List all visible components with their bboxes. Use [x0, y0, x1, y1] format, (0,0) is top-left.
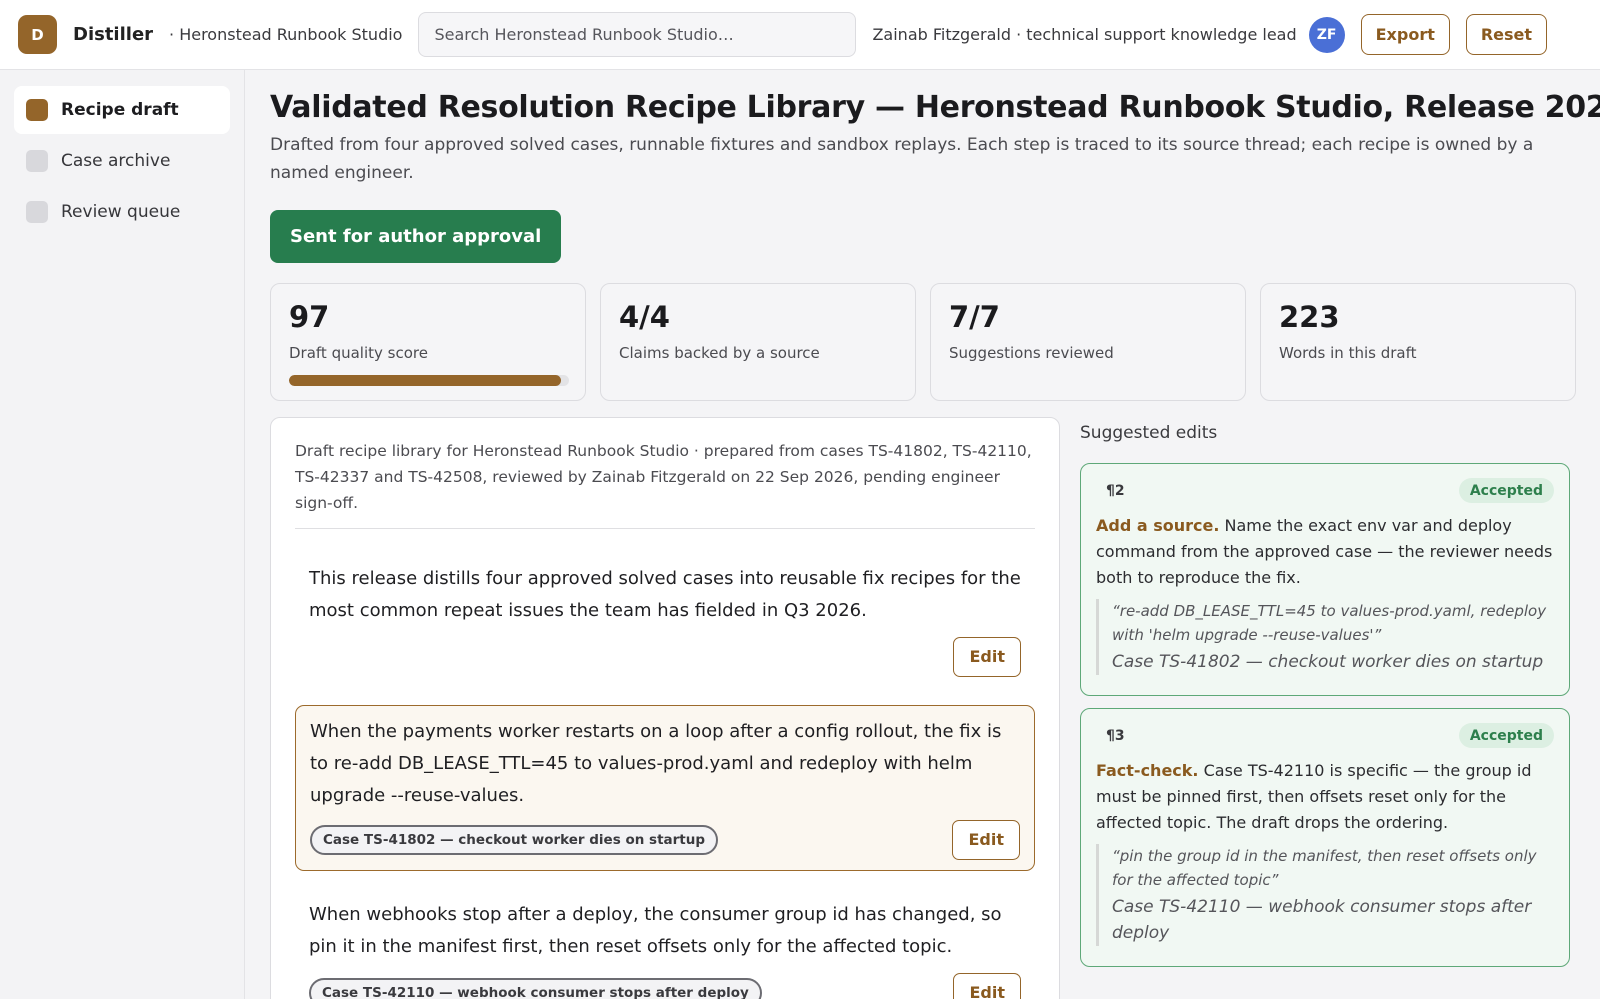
- stat-card-quality: 97 Draft quality score: [270, 283, 586, 401]
- suggestion-header: ¶3 Accepted: [1096, 723, 1554, 748]
- suggestions-panel: Suggested edits ¶2 Accepted Add a source…: [1080, 417, 1570, 967]
- top-bar: D Distiller · Heronstead Runbook Studio …: [0, 0, 1600, 70]
- quote-source: Case TS-42110 — webhook consumer stops a…: [1112, 897, 1532, 943]
- draft-paragraph[interactable]: When webhooks stop after a deploy, the c…: [295, 881, 1035, 999]
- paragraph-text: This release distills four approved solv…: [309, 568, 1021, 621]
- draft-paragraph-selected[interactable]: When the payments worker restarts on a l…: [295, 705, 1035, 871]
- quote-text: “re-add DB_LEASE_TTL=45 to values-prod.y…: [1112, 602, 1547, 644]
- suggestion-header: ¶2 Accepted: [1096, 478, 1554, 503]
- source-pill[interactable]: Case TS-41802 — checkout worker dies on …: [310, 825, 719, 855]
- stat-label: Words in this draft: [1279, 344, 1417, 362]
- case-archive-icon: [26, 150, 48, 172]
- paragraph-actions: Case TS-41802 — checkout worker dies on …: [310, 820, 1020, 860]
- user-name: Zainab Fitzgerald · technical support kn…: [872, 25, 1297, 44]
- suggestion-body: Fact-check. Case TS-42110 is specific — …: [1096, 758, 1554, 836]
- stat-card-words: 223 Words in this draft: [1260, 283, 1576, 401]
- main-content: Validated Resolution Recipe Library — He…: [270, 70, 1600, 999]
- sidebar: Recipe draft Case archive Review queue: [0, 70, 245, 999]
- page-title: Validated Resolution Recipe Library — He…: [270, 90, 1600, 125]
- quote-text: “pin the group id in the manifest, then …: [1112, 847, 1537, 889]
- reset-button[interactable]: Reset: [1465, 14, 1548, 55]
- suggestion-card[interactable]: ¶3 Accepted Fact-check. Case TS-42110 is…: [1080, 708, 1570, 967]
- suggestion-kind: Add a source.: [1096, 516, 1220, 535]
- sidebar-item-label: Recipe draft: [61, 100, 179, 120]
- suggestion-paragraph-ref: ¶2: [1106, 482, 1125, 499]
- edit-button[interactable]: Edit: [953, 637, 1021, 677]
- page-subtitle: Drafted from four approved solved cases,…: [270, 135, 1534, 183]
- draft-paragraph[interactable]: This release distills four approved solv…: [295, 543, 1035, 687]
- sidebar-item-label: Case archive: [61, 151, 171, 171]
- suggestion-paragraph-ref: ¶3: [1106, 727, 1125, 744]
- paragraph-actions: Edit: [309, 637, 1021, 677]
- sidebar-item-review-queue[interactable]: Review queue: [14, 188, 230, 236]
- sidebar-item-recipe-draft[interactable]: Recipe draft: [14, 86, 230, 134]
- stats-row: 97 Draft quality score 4/4 Claims backed…: [270, 283, 1580, 401]
- paragraph-text: When webhooks stop after a deploy, the c…: [309, 904, 1002, 957]
- stat-label: Suggestions reviewed: [949, 344, 1114, 362]
- edit-button[interactable]: Edit: [953, 973, 1021, 999]
- sent-for-approval-button[interactable]: Sent for author approval: [270, 210, 562, 263]
- stat-label: Claims backed by a source: [619, 344, 820, 362]
- status-badge: Accepted: [1458, 478, 1554, 503]
- sidebar-item-label: Review queue: [61, 202, 181, 222]
- app-logo: D: [18, 15, 57, 54]
- draft-meta: Draft recipe library for Heronstead Runb…: [295, 438, 1035, 529]
- status-badge: Accepted: [1458, 723, 1554, 748]
- suggestion-kind: Fact-check.: [1096, 761, 1199, 780]
- suggestion-body: Add a source. Name the exact env var and…: [1096, 513, 1554, 591]
- source-pill[interactable]: Case TS-42110 — webhook consumer stops a…: [309, 978, 762, 999]
- quality-progress-bar: [289, 375, 569, 386]
- stat-value: 4/4: [619, 300, 670, 334]
- stat-card-suggestions: 7/7 Suggestions reviewed: [930, 283, 1246, 401]
- sidebar-item-case-archive[interactable]: Case archive: [14, 137, 230, 185]
- search-input[interactable]: Search Heronstead Runbook Studio…: [418, 12, 857, 57]
- suggestion-quote: “pin the group id in the manifest, then …: [1096, 844, 1554, 946]
- quote-source: Case TS-41802 — checkout worker dies on …: [1112, 652, 1544, 672]
- stat-value: 223: [1279, 300, 1340, 334]
- edit-button[interactable]: Edit: [952, 820, 1020, 860]
- suggestions-heading: Suggested edits: [1080, 423, 1218, 443]
- app-name: Distiller: [73, 24, 154, 45]
- stat-card-claims: 4/4 Claims backed by a source: [600, 283, 916, 401]
- review-queue-icon: [26, 201, 48, 223]
- recipe-draft-icon: [26, 99, 48, 121]
- stat-label: Draft quality score: [289, 344, 428, 362]
- export-button[interactable]: Export: [1360, 14, 1450, 55]
- draft-editor: Draft recipe library for Heronstead Runb…: [270, 417, 1060, 999]
- workspace-name: · Heronstead Runbook Studio: [169, 25, 403, 44]
- paragraph-text: When the payments worker restarts on a l…: [310, 721, 1002, 806]
- avatar[interactable]: ZF: [1308, 16, 1345, 53]
- stat-value: 97: [289, 300, 330, 334]
- paragraph-actions: Case TS-42110 — webhook consumer stops a…: [309, 973, 1021, 999]
- suggestion-quote: “re-add DB_LEASE_TTL=45 to values-prod.y…: [1096, 599, 1554, 675]
- quality-progress-fill: [289, 375, 561, 386]
- stat-value: 7/7: [949, 300, 1000, 334]
- suggestion-card[interactable]: ¶2 Accepted Add a source. Name the exact…: [1080, 463, 1570, 696]
